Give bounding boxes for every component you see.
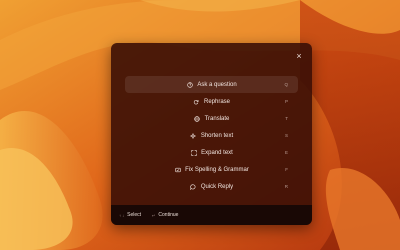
menu-item-shortcut: F <box>285 167 288 172</box>
menu-item-label: Rephrase <box>203 98 230 105</box>
menu-item-quick-reply[interactable]: Quick Reply R <box>125 178 298 195</box>
select-label: Select <box>127 212 142 218</box>
menu-item-label: Translate <box>204 115 230 122</box>
continue-label: Continue <box>158 212 179 218</box>
return-key-icon: ↵ <box>152 212 156 218</box>
command-menu: Ask a question Q Rephrase P Translate T … <box>125 76 298 195</box>
menu-item-shortcut: S <box>284 133 288 138</box>
menu-item-label: Quick Reply <box>200 183 234 190</box>
expand-icon <box>190 149 197 156</box>
ai-command-panel: × Ask a question Q Rephrase P Translate … <box>111 43 312 225</box>
panel-footer: ↑ ↓ Select ↵ Continue <box>111 205 312 225</box>
menu-item-expand-text[interactable]: Expand text E <box>125 144 298 161</box>
continue-hint: ↵ Continue <box>152 212 178 218</box>
menu-item-shorten-text[interactable]: Shorten text S <box>125 127 298 144</box>
menu-item-shortcut: E <box>284 150 288 155</box>
menu-item-label: Expand text <box>201 149 233 156</box>
menu-item-shortcut: T <box>285 116 288 121</box>
question-circle-icon <box>186 81 193 88</box>
close-button[interactable]: × <box>294 51 304 61</box>
arrow-keys-icon: ↑ ↓ <box>119 212 125 218</box>
menu-item-ask-a-question[interactable]: Ask a question Q <box>125 76 298 93</box>
refresh-icon <box>193 98 200 105</box>
menu-item-shortcut: Q <box>284 82 288 87</box>
menu-item-shortcut: R <box>284 184 288 189</box>
spellcheck-icon <box>174 166 181 173</box>
globe-icon <box>194 115 201 122</box>
shrink-icon <box>190 132 197 139</box>
menu-item-label: Ask a question <box>197 81 237 88</box>
reply-icon <box>190 183 197 190</box>
menu-item-label: Shorten text <box>200 132 234 139</box>
select-hint: ↑ ↓ Select <box>119 212 141 218</box>
menu-item-fix-spelling-grammar[interactable]: Fix Spelling & Grammar F <box>125 161 298 178</box>
menu-item-shortcut: P <box>284 99 288 104</box>
menu-item-label: Fix Spelling & Grammar <box>185 166 249 173</box>
menu-item-translate[interactable]: Translate T <box>125 110 298 127</box>
menu-item-rephrase[interactable]: Rephrase P <box>125 93 298 110</box>
